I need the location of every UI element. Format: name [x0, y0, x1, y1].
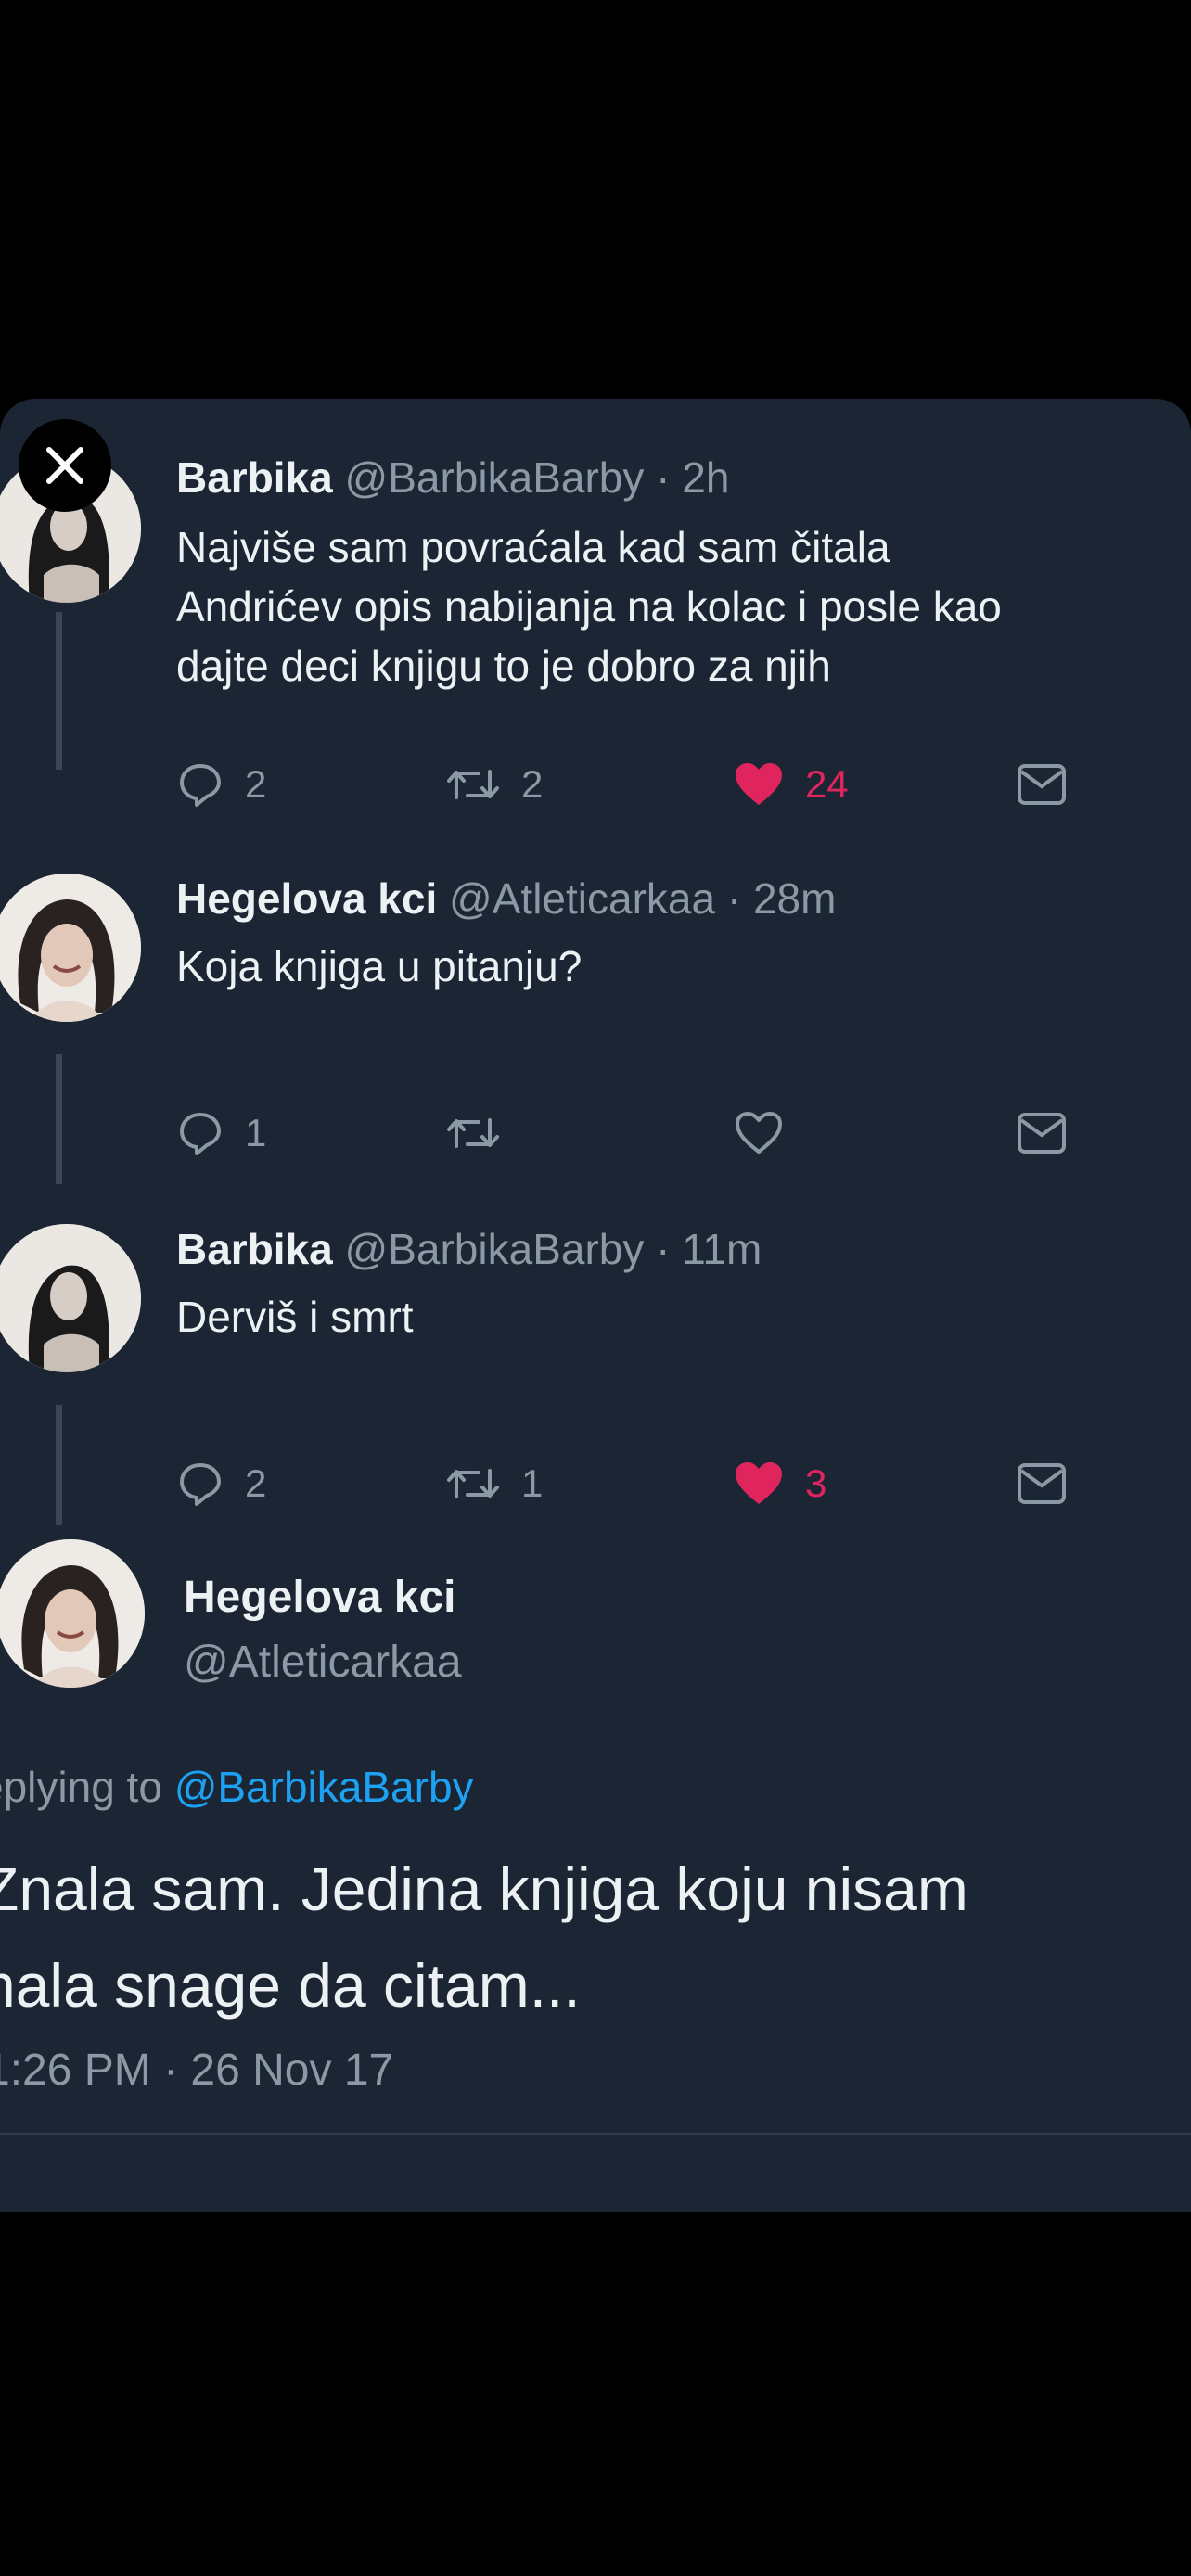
text-line: dajte deci knjigu to je dobro za njih — [176, 642, 831, 690]
author-name[interactable]: Barbika — [176, 453, 333, 502]
author-name[interactable]: Barbika — [176, 1225, 333, 1273]
tweet-header: Hegelova kci @Atleticarkaa · 28m — [176, 874, 836, 924]
heart-filled-icon — [736, 1462, 782, 1504]
retweet-button[interactable]: 1 — [445, 1456, 543, 1511]
tweet-timestamp: 1:26 PM · 26 Nov 17 — [0, 2046, 394, 2095]
author-name[interactable]: Hegelova kci — [176, 874, 437, 923]
tweet-actions: 1 — [176, 1105, 1076, 1161]
retweet-icon — [447, 1469, 499, 1498]
thread-line — [56, 1405, 62, 1525]
author-name[interactable]: Hegelova kci — [184, 1572, 455, 1623]
tweet-time: · 28m — [726, 874, 837, 923]
reply-icon — [180, 764, 221, 807]
tweet-time: · 2h — [656, 453, 730, 502]
divider — [0, 2133, 1191, 2135]
message-icon — [1018, 1113, 1066, 1154]
avatar-image — [0, 1539, 145, 1688]
reply-count: 1 — [245, 1111, 267, 1154]
author-handle[interactable]: @Atleticarkaa — [449, 874, 715, 923]
heart-outline-icon — [736, 1112, 782, 1154]
avatar-image — [0, 1224, 141, 1372]
text-line: Znala sam. Jedina knjiga koju nisam — [0, 1855, 968, 1923]
like-count: 3 — [805, 1461, 827, 1505]
thread-line — [56, 1054, 62, 1184]
share-button[interactable] — [1016, 757, 1088, 812]
replying-to-link[interactable]: @BarbikaBarby — [174, 1763, 474, 1811]
close-icon — [46, 447, 83, 484]
like-count: 24 — [805, 762, 849, 806]
heart-filled-icon — [736, 763, 782, 805]
reply-button[interactable]: 1 — [176, 1105, 266, 1161]
reply-icon — [180, 1463, 221, 1506]
reply-count: 2 — [245, 762, 267, 806]
avatar[interactable] — [0, 1539, 145, 1688]
author-handle[interactable]: @Atleticarkaa — [184, 1637, 462, 1688]
replying-prefix: eplying to — [0, 1763, 162, 1811]
author-handle[interactable]: @BarbikaBarby — [345, 1225, 645, 1273]
share-button[interactable] — [1016, 1105, 1088, 1161]
like-button[interactable] — [733, 1105, 805, 1161]
reply-button[interactable]: 2 — [176, 757, 266, 812]
reply-count: 2 — [245, 1461, 267, 1505]
message-icon — [1018, 1463, 1066, 1504]
author-handle[interactable]: @BarbikaBarby — [345, 453, 645, 502]
message-icon — [1018, 764, 1066, 805]
tweet-header: Barbika @BarbikaBarby · 11m — [176, 1224, 762, 1274]
tweet-text: Najviše sam povraćala kad sam čitala And… — [176, 517, 1178, 695]
text-line: Najviše sam povraćala kad sam čitala — [176, 523, 890, 571]
text-line: nala snage da citam... — [0, 1951, 581, 2020]
retweet-button[interactable] — [445, 1105, 521, 1161]
tweet-actions: 2 2 24 — [176, 757, 1076, 812]
text-line: Andrićev opis nabijanja na kolac i posle… — [176, 582, 1002, 631]
retweet-button[interactable]: 2 — [445, 757, 543, 812]
avatar-image — [0, 874, 141, 1022]
like-button[interactable]: 24 — [733, 757, 849, 812]
tweet-actions: 2 1 3 — [176, 1456, 1076, 1511]
replying-to: eplying to @BarbikaBarby — [0, 1762, 474, 1812]
retweet-icon — [447, 1118, 499, 1148]
retweet-count: 1 — [521, 1461, 544, 1505]
tweet-thread-card: Barbika @BarbikaBarby · 2h Najviše sam p… — [0, 399, 1191, 2212]
tweet-header: Barbika @BarbikaBarby · 2h — [176, 453, 729, 503]
retweet-icon — [447, 770, 499, 799]
reply-icon — [180, 1113, 221, 1155]
avatar[interactable] — [0, 874, 141, 1022]
retweet-count: 2 — [521, 762, 544, 806]
tweet-text: Koja knjiga u pitanju? — [176, 937, 1178, 996]
tweet-time: · 11m — [656, 1225, 762, 1273]
tweet-text: Derviš i smrt — [176, 1287, 1178, 1346]
tweet-text: Znala sam. Jedina knjiga koju nisam nala… — [0, 1841, 968, 2034]
thread-line — [56, 612, 62, 770]
reply-button[interactable]: 2 — [176, 1456, 266, 1511]
share-button[interactable] — [1016, 1456, 1088, 1511]
like-button[interactable]: 3 — [733, 1456, 826, 1511]
close-button[interactable] — [19, 419, 111, 512]
avatar[interactable] — [0, 1224, 141, 1372]
text-line: Koja knjiga u pitanju? — [176, 942, 583, 990]
text-line: Derviš i smrt — [176, 1293, 414, 1341]
